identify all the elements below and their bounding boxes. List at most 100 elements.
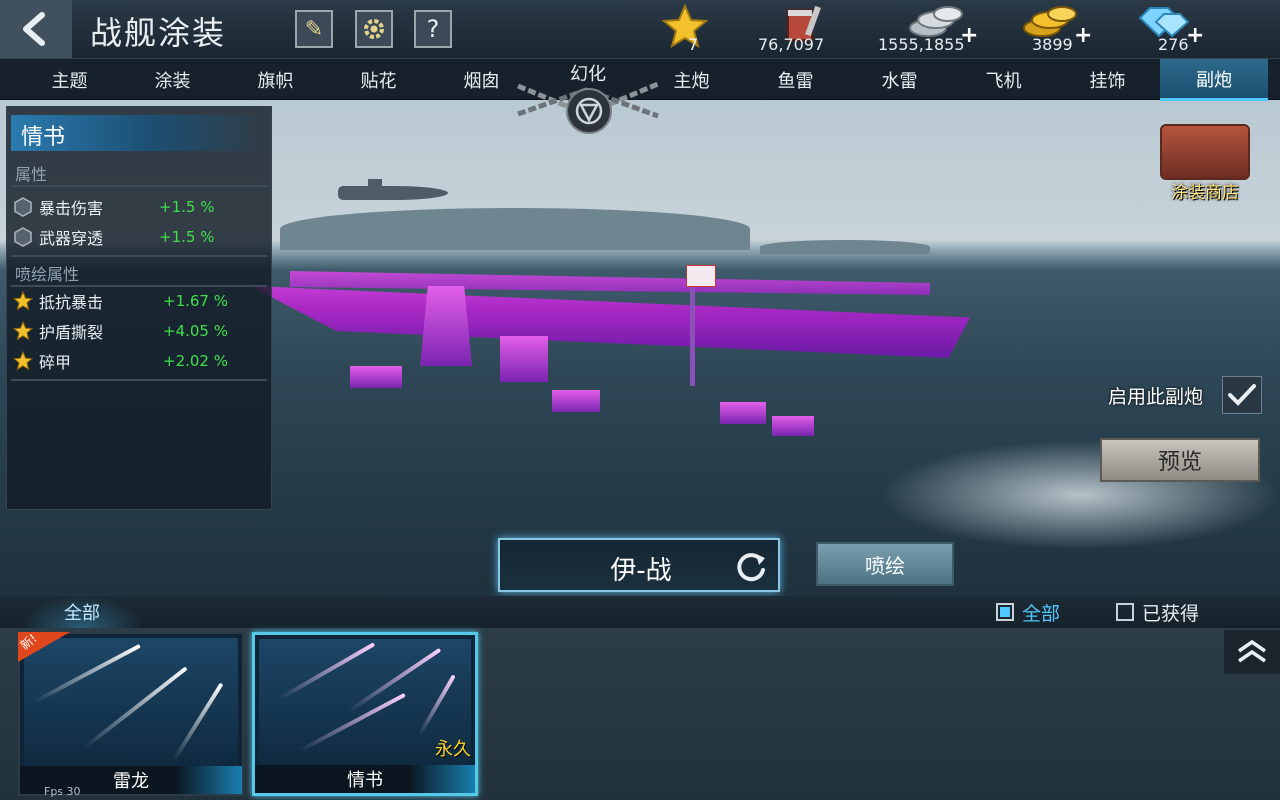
torpedo-trail bbox=[82, 666, 188, 750]
spray-attr-row: 碎甲 +2.02 % bbox=[13, 349, 263, 373]
tab-torpedo[interactable]: 鱼雷 bbox=[744, 59, 847, 101]
spray-attr-value: +2.02 % bbox=[163, 352, 228, 370]
spray-attr-row: 抵抗暴击 +1.67 % bbox=[13, 289, 263, 313]
help-button[interactable]: ? bbox=[414, 10, 452, 48]
brush-button[interactable]: ✎ bbox=[295, 10, 333, 48]
paint-shop-button[interactable]: 涂装商店 bbox=[1150, 120, 1260, 204]
ship-selector[interactable]: 伊-战 bbox=[498, 538, 780, 592]
add-diamond-icon[interactable]: + bbox=[1186, 23, 1204, 48]
skin-card-qingshu[interactable]: 永久 情书 bbox=[252, 632, 478, 796]
skin-card-image bbox=[24, 638, 238, 766]
add-gold-icon[interactable]: + bbox=[1074, 23, 1092, 48]
filter-all[interactable]: 全部 bbox=[996, 600, 1061, 625]
diamond-count: 276 bbox=[1158, 35, 1189, 54]
tab-decal[interactable]: 贴花 bbox=[327, 59, 430, 101]
torpedo-trail bbox=[278, 642, 376, 701]
back-button[interactable] bbox=[0, 0, 72, 58]
top-bar: 战舰涂装 ✎ ? 7 76,7097 1555,1855 + 3899 + 27… bbox=[0, 0, 1280, 58]
star-count: 7 bbox=[688, 35, 699, 54]
enable-secondary-gun-label: 启用此副炮 bbox=[1108, 386, 1204, 408]
attr-row: 暴击伤害 +1.5 % bbox=[13, 195, 263, 219]
refresh-icon[interactable] bbox=[734, 550, 768, 584]
skin-name: 情书 bbox=[21, 125, 66, 150]
ship-turret bbox=[350, 366, 402, 388]
preview-button[interactable]: 预览 bbox=[1100, 438, 1260, 482]
tab-ornament[interactable]: 挂饰 bbox=[1056, 59, 1159, 101]
star-icon bbox=[13, 321, 33, 341]
gear-icon bbox=[364, 19, 384, 39]
skin-card-leilong[interactable]: 新! 雷龙 bbox=[18, 632, 244, 796]
back-arrow-icon bbox=[23, 12, 45, 46]
spray-attr-name: 护盾撕裂 bbox=[39, 323, 104, 342]
permanent-tag: 永久 bbox=[435, 739, 471, 760]
silver-count: 1555,1855 bbox=[878, 35, 965, 54]
resource-silver[interactable]: 1555,1855 + bbox=[876, 2, 996, 56]
ship-turret bbox=[720, 402, 766, 424]
filter-owned-label: 已获得 bbox=[1142, 602, 1200, 625]
ship-funnel bbox=[500, 336, 548, 382]
attr-row: 武器穿透 +1.5 % bbox=[13, 225, 263, 249]
filter-bar bbox=[0, 596, 1280, 628]
spray-attr-row: 护盾撕裂 +4.05 % bbox=[13, 319, 263, 343]
brush-icon: ✎ bbox=[304, 16, 324, 42]
tab-secondary-gun[interactable]: 副炮 bbox=[1160, 59, 1268, 101]
torpedo-trail bbox=[33, 643, 141, 704]
settings-button[interactable] bbox=[355, 10, 393, 48]
double-chevron-up-icon bbox=[1238, 639, 1266, 663]
resource-diamond[interactable]: 276 + bbox=[1130, 2, 1250, 56]
help-icon: ? bbox=[426, 15, 440, 43]
collapse-button[interactable] bbox=[1224, 630, 1280, 674]
resource-gold[interactable]: 3899 + bbox=[1016, 2, 1136, 56]
attr-value: +1.5 % bbox=[159, 198, 215, 216]
torpedo-trail bbox=[298, 692, 406, 753]
spray-attr-value: +1.67 % bbox=[163, 292, 228, 310]
tab-paint[interactable]: 涂装 bbox=[121, 59, 224, 101]
tab-illusion-locked[interactable]: 幻化 bbox=[516, 58, 660, 134]
filter-owned[interactable]: 已获得 bbox=[1116, 600, 1200, 625]
add-silver-icon[interactable]: + bbox=[960, 23, 978, 48]
attributes-heading: 属性 bbox=[15, 165, 48, 184]
torpedo-trail bbox=[417, 674, 456, 737]
lock-icon bbox=[566, 88, 612, 134]
resource-paint[interactable]: 76,7097 bbox=[756, 2, 876, 56]
skin-info-panel: 情书 属性 暴击伤害 +1.5 % 武器穿透 +1.5 % 喷绘属性 抵抗暴击 … bbox=[6, 106, 272, 510]
skin-name-header: 情书 bbox=[11, 115, 265, 151]
tab-aircraft[interactable]: 飞机 bbox=[952, 59, 1055, 101]
paint-shop-label: 涂装商店 bbox=[1171, 183, 1239, 203]
new-badge-label: 新! bbox=[17, 631, 40, 653]
page-title: 战舰涂装 bbox=[90, 14, 227, 52]
filter-all-checkbox[interactable] bbox=[996, 603, 1014, 621]
star-icon bbox=[13, 351, 33, 371]
ship-turret bbox=[552, 390, 600, 412]
attr-name: 暴击伤害 bbox=[39, 199, 104, 218]
chest-icon bbox=[1160, 124, 1250, 180]
island bbox=[760, 240, 930, 254]
ship-bridge-tower bbox=[420, 286, 472, 366]
divider bbox=[11, 255, 267, 257]
filter-all-label: 全部 bbox=[1022, 602, 1061, 625]
spray-attr-name: 抵抗暴击 bbox=[39, 293, 104, 312]
torpedo-trail bbox=[172, 682, 224, 762]
attr-name: 武器穿透 bbox=[39, 229, 104, 248]
ship-turret bbox=[772, 416, 814, 436]
category-tab-all[interactable]: 全部 bbox=[20, 596, 144, 628]
spray-button[interactable]: 喷绘 bbox=[816, 542, 954, 586]
divider bbox=[11, 285, 267, 287]
tab-flag[interactable]: 旗帜 bbox=[224, 59, 327, 101]
divider bbox=[11, 185, 267, 187]
fps-counter: Fps 30 bbox=[44, 785, 81, 798]
tab-theme[interactable]: 主题 bbox=[18, 59, 121, 101]
torpedo-trail bbox=[347, 647, 442, 713]
island bbox=[280, 208, 750, 250]
hexagon-icon bbox=[13, 197, 33, 217]
spray-attributes-heading: 喷绘属性 bbox=[15, 265, 80, 284]
star-icon bbox=[13, 291, 33, 311]
filter-owned-checkbox[interactable] bbox=[1116, 603, 1134, 621]
attr-value: +1.5 % bbox=[159, 228, 215, 246]
spray-attr-value: +4.05 % bbox=[163, 322, 228, 340]
divider bbox=[11, 379, 267, 381]
gold-count: 3899 bbox=[1032, 35, 1073, 54]
hexagon-icon bbox=[13, 227, 33, 247]
tab-mine[interactable]: 水雷 bbox=[848, 59, 951, 101]
enable-secondary-gun-checkbox[interactable] bbox=[1222, 376, 1262, 414]
